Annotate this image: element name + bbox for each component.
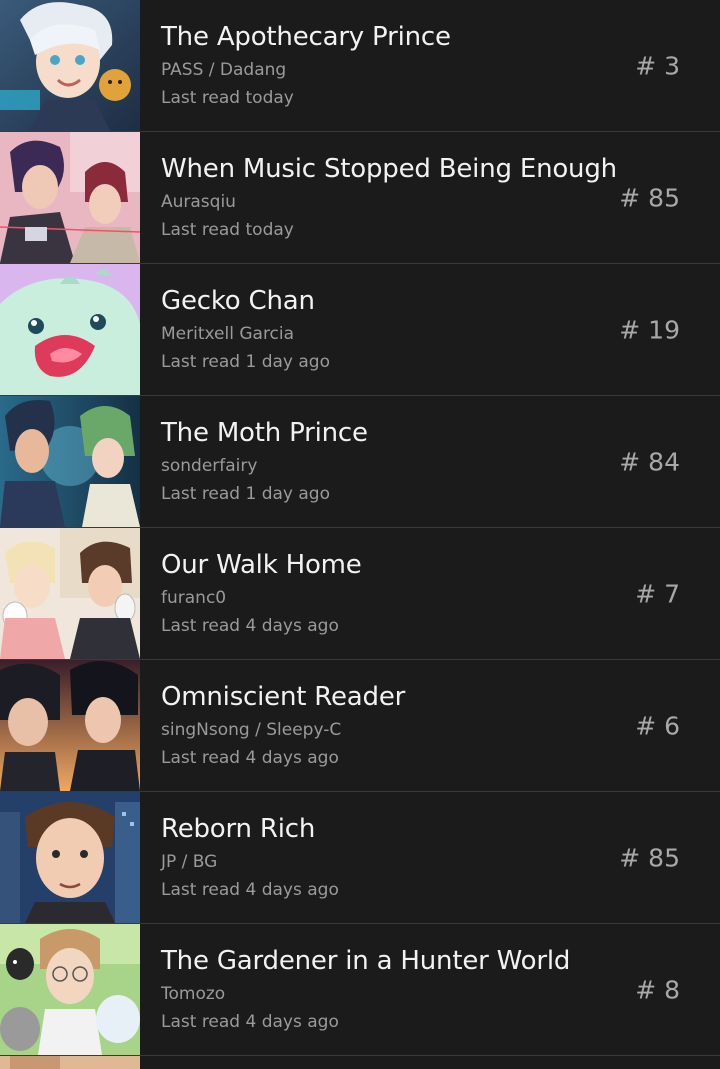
thumbnail-image bbox=[0, 528, 140, 659]
thumbnail-image bbox=[0, 0, 140, 131]
last-read-text: Last read 1 day ago bbox=[161, 484, 331, 504]
series-list: The Apothecary Prince PASS / Dadang Last… bbox=[0, 0, 720, 1069]
thumbnail-image bbox=[0, 924, 140, 1055]
series-title: When Music Stopped Being Enough bbox=[161, 154, 617, 184]
list-item-partial[interactable] bbox=[0, 1056, 720, 1069]
series-info: Gecko Chan Meritxell Garcia Last read 1 … bbox=[140, 264, 720, 395]
list-item[interactable]: The Gardener in a Hunter World Tomozo La… bbox=[0, 924, 720, 1056]
list-item[interactable]: Gecko Chan Meritxell Garcia Last read 1 … bbox=[0, 264, 720, 396]
series-thumbnail[interactable] bbox=[0, 660, 140, 791]
series-info: The Moth Prince sonderfairy Last read 1 … bbox=[140, 396, 720, 527]
episode-number: # 6 bbox=[635, 711, 680, 740]
series-title: Reborn Rich bbox=[161, 814, 316, 844]
series-thumbnail[interactable] bbox=[0, 924, 140, 1055]
series-title: The Apothecary Prince bbox=[161, 22, 451, 52]
series-thumbnail[interactable] bbox=[0, 132, 140, 263]
series-info: When Music Stopped Being Enough Aurasqiu… bbox=[140, 132, 720, 263]
episode-number: # 85 bbox=[619, 183, 680, 212]
series-thumbnail[interactable] bbox=[0, 792, 140, 923]
last-read-text: Last read 4 days ago bbox=[161, 616, 339, 636]
series-title: Omniscient Reader bbox=[161, 682, 406, 712]
series-title: Gecko Chan bbox=[161, 286, 315, 316]
series-info: Reborn Rich JP / BG Last read 4 days ago… bbox=[140, 792, 720, 923]
thumbnail-image bbox=[0, 1056, 140, 1069]
episode-number: # 3 bbox=[635, 51, 680, 80]
series-title: Our Walk Home bbox=[161, 550, 362, 580]
series-info: Omniscient Reader singNsong / Sleepy-C L… bbox=[140, 660, 720, 791]
thumbnail-image bbox=[0, 792, 140, 923]
last-read-text: Last read 4 days ago bbox=[161, 1012, 339, 1032]
series-title: The Moth Prince bbox=[161, 418, 368, 448]
last-read-text: Last read 4 days ago bbox=[161, 880, 339, 900]
series-thumbnail[interactable] bbox=[0, 1056, 140, 1069]
series-title: The Gardener in a Hunter World bbox=[161, 946, 571, 976]
episode-number: # 8 bbox=[635, 975, 680, 1004]
list-item[interactable]: Omniscient Reader singNsong / Sleepy-C L… bbox=[0, 660, 720, 792]
series-info: Our Walk Home furanc0 Last read 4 days a… bbox=[140, 528, 720, 659]
series-thumbnail[interactable] bbox=[0, 528, 140, 659]
episode-number: # 7 bbox=[635, 579, 680, 608]
list-item[interactable]: Our Walk Home furanc0 Last read 4 days a… bbox=[0, 528, 720, 660]
series-info: The Gardener in a Hunter World Tomozo La… bbox=[140, 924, 720, 1055]
episode-number: # 85 bbox=[619, 843, 680, 872]
thumbnail-image bbox=[0, 132, 140, 263]
thumbnail-image bbox=[0, 396, 140, 527]
list-item[interactable]: The Moth Prince sonderfairy Last read 1 … bbox=[0, 396, 720, 528]
list-item[interactable]: When Music Stopped Being Enough Aurasqiu… bbox=[0, 132, 720, 264]
last-read-text: Last read 1 day ago bbox=[161, 352, 331, 372]
episode-number: # 84 bbox=[619, 447, 680, 476]
list-item[interactable]: The Apothecary Prince PASS / Dadang Last… bbox=[0, 0, 720, 132]
list-item[interactable]: Reborn Rich JP / BG Last read 4 days ago… bbox=[0, 792, 720, 924]
thumbnail-image bbox=[0, 264, 140, 395]
series-thumbnail[interactable] bbox=[0, 264, 140, 395]
series-info: The Apothecary Prince PASS / Dadang Last… bbox=[140, 0, 720, 131]
last-read-text: Last read 4 days ago bbox=[161, 748, 339, 768]
last-read-text: Last read today bbox=[161, 88, 294, 108]
thumbnail-image bbox=[0, 660, 140, 791]
last-read-text: Last read today bbox=[161, 220, 294, 240]
series-thumbnail[interactable] bbox=[0, 0, 140, 131]
episode-number: # 19 bbox=[619, 315, 680, 344]
series-thumbnail[interactable] bbox=[0, 396, 140, 527]
